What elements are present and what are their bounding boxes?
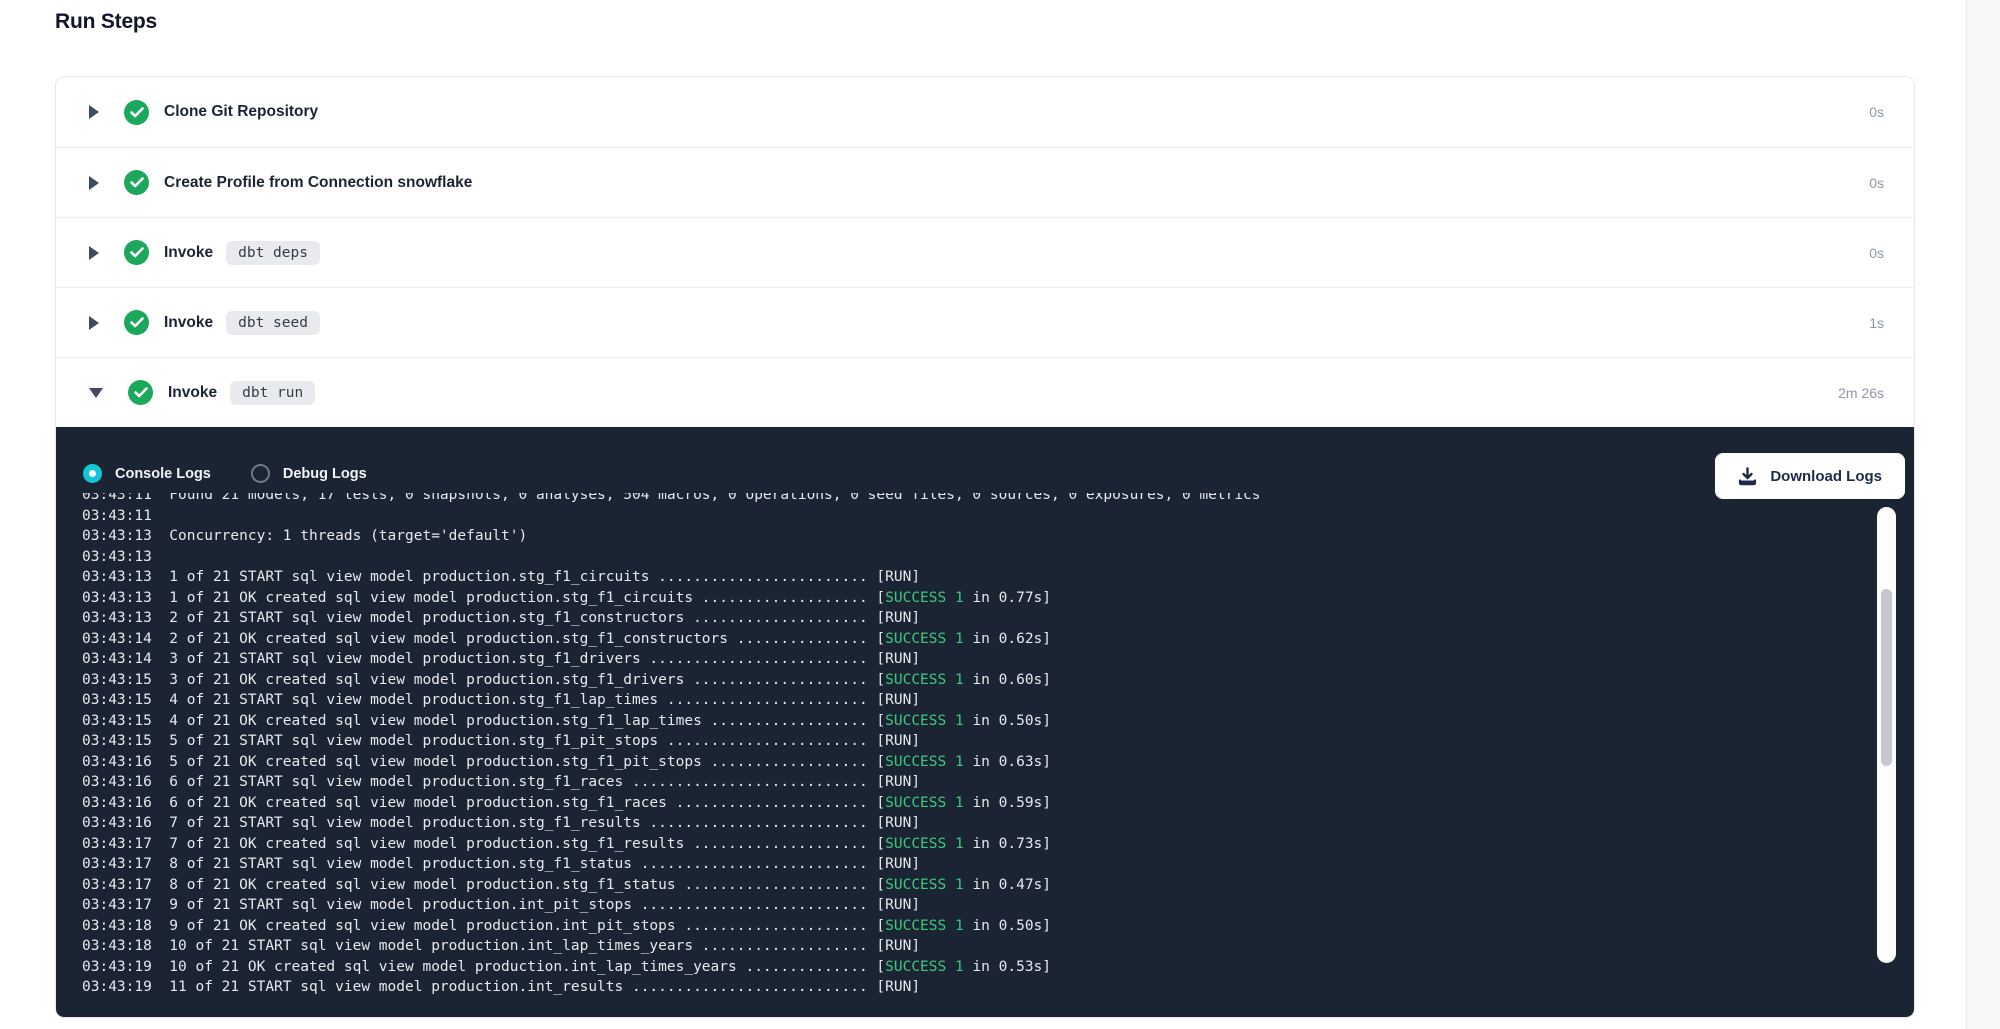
command-chip: dbt seed — [226, 311, 320, 335]
download-icon — [1738, 467, 1757, 486]
success-check-icon — [124, 170, 149, 195]
step-duration: 1s — [1869, 315, 1884, 331]
chevron-right-icon — [89, 176, 99, 190]
console-scrollbar-thumb[interactable] — [1881, 589, 1892, 766]
step-duration: 0s — [1869, 175, 1884, 191]
page-title: Run Steps — [55, 10, 157, 34]
radio-label: Debug Logs — [283, 466, 367, 482]
step-row-invoke-dbt-seed[interactable]: Invoke dbt seed 1s — [56, 287, 1914, 357]
console-log-lines: 03:43:11 Found 21 models, 17 tests, 0 sn… — [82, 493, 1914, 998]
console-scrollbar-track[interactable] — [1877, 507, 1896, 963]
radio-selected-icon — [83, 464, 102, 483]
chevron-right-icon — [89, 246, 99, 260]
step-title: Clone Git Repository — [164, 103, 318, 121]
step-row-invoke-dbt-run[interactable]: Invoke dbt run 2m 26s — [56, 357, 1914, 427]
command-chip: dbt run — [230, 381, 315, 405]
console-log-viewport[interactable]: 03:43:11 Found 21 models, 17 tests, 0 sn… — [56, 493, 1914, 1017]
chevron-down-icon — [89, 388, 103, 398]
step-duration: 0s — [1869, 245, 1884, 261]
step-title: Invoke — [164, 314, 213, 332]
success-check-icon — [124, 240, 149, 265]
success-check-icon — [128, 380, 153, 405]
step-row-create-profile[interactable]: Create Profile from Connection snowflake… — [56, 147, 1914, 217]
chevron-right-icon — [89, 316, 99, 330]
run-steps-page: Run Steps Clone Git Repository 0s Create… — [0, 0, 2000, 1029]
step-duration: 0s — [1869, 104, 1884, 120]
radio-label: Console Logs — [115, 466, 211, 482]
log-type-radio-group: Console Logs Debug Logs — [83, 464, 367, 483]
step-duration: 2m 26s — [1838, 385, 1884, 401]
step-row-clone-git-repository[interactable]: Clone Git Repository 0s — [56, 77, 1914, 147]
success-check-icon — [124, 310, 149, 335]
radio-debug-logs[interactable]: Debug Logs — [251, 464, 367, 483]
run-steps-card: Clone Git Repository 0s Create Profile f… — [55, 76, 1915, 1018]
step-title: Invoke — [164, 244, 213, 262]
step-row-invoke-dbt-deps[interactable]: Invoke dbt deps 0s — [56, 217, 1914, 287]
console-panel: Console Logs Debug Logs Download Logs 03 — [56, 427, 1914, 1017]
right-gutter — [1966, 0, 2000, 1029]
radio-unselected-icon — [251, 464, 270, 483]
step-title: Create Profile from Connection snowflake — [164, 174, 472, 192]
command-chip: dbt deps — [226, 241, 320, 265]
chevron-right-icon — [89, 105, 99, 119]
success-check-icon — [124, 100, 149, 125]
radio-console-logs[interactable]: Console Logs — [83, 464, 211, 483]
download-logs-label: Download Logs — [1770, 468, 1882, 485]
step-title: Invoke — [168, 384, 217, 402]
